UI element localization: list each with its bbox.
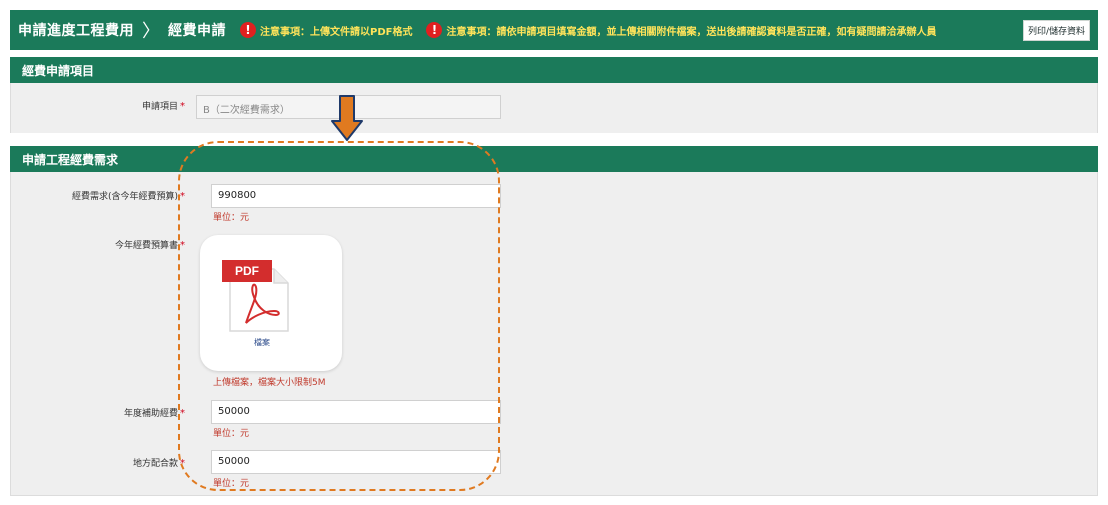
notice-2: ! 注意事項：請依申請項目填寫金額，並上傳相關附件檔案，送出後請確認資料是否正確… bbox=[426, 22, 936, 38]
section-2-header: 申請工程經費需求 bbox=[10, 146, 1098, 172]
pdf-caption: 檔案 bbox=[254, 338, 270, 347]
field-label: 申請項目 * bbox=[142, 99, 185, 112]
pdf-badge: PDF bbox=[222, 260, 272, 282]
section-1-body: 申請項目 * B（二次經費需求） bbox=[10, 83, 1098, 133]
required-marker: * bbox=[180, 408, 185, 419]
budget-requirement-input[interactable]: 990800 bbox=[211, 184, 501, 208]
notice-1-text: 注意事項：上傳文件請以PDF格式 bbox=[260, 26, 413, 38]
print-save-button[interactable]: 列印/儲存資料 bbox=[1022, 19, 1090, 41]
unit-hint: 單位：元 bbox=[213, 479, 250, 489]
top-bar: 申請進度工程費用 〉 經費申請 ! 注意事項：上傳文件請以PDF格式 ! 注意事… bbox=[10, 10, 1098, 50]
breadcrumb-separator: 〉 bbox=[142, 21, 160, 42]
annotation-arrow-icon bbox=[331, 95, 363, 141]
breadcrumb-item-2: 經費申請 bbox=[168, 23, 226, 39]
notice-1: ! 注意事項：上傳文件請以PDF格式 bbox=[240, 22, 412, 38]
required-marker: * bbox=[180, 458, 185, 469]
annual-subsidy-label: 年度補助經費 bbox=[123, 409, 178, 419]
field-label: 今年經費預算書 * bbox=[115, 238, 185, 251]
alert-icon: ! bbox=[426, 22, 443, 38]
local-matching-label: 地方配合款 bbox=[132, 459, 178, 469]
budget-requirement-label: 經費需求(含今年經費預算) bbox=[71, 192, 178, 202]
alert-icon: ! bbox=[240, 22, 256, 38]
budget-document-label: 今年經費預算書 bbox=[114, 241, 178, 251]
unit-hint: 單位：元 bbox=[213, 213, 250, 223]
required-marker: * bbox=[180, 191, 185, 202]
required-marker: * bbox=[180, 240, 185, 251]
breadcrumb-item-1[interactable]: 申請進度工程費用 bbox=[18, 20, 134, 40]
section-1-header: 經費申請項目 bbox=[10, 57, 1098, 83]
annual-subsidy-input[interactable]: 50000 bbox=[211, 400, 501, 424]
field-label: 經費需求(含今年經費預算) * bbox=[72, 189, 185, 202]
section-2-body: 經費需求(含今年經費預算) * 990800 單位：元 今年經費預算書 * 上傳檔案… bbox=[10, 172, 1098, 496]
field-label: 年度補助經費 * bbox=[124, 406, 185, 419]
local-matching-input[interactable]: 50000 bbox=[211, 450, 501, 474]
upload-hint: 上傳檔案，檔案大小限制5M bbox=[213, 378, 326, 388]
section-2-title: 申請工程經費需求 bbox=[22, 152, 119, 167]
section-1-title: 經費申請項目 bbox=[22, 63, 95, 78]
application-item-label: 申請項目 bbox=[141, 102, 178, 112]
required-marker: * bbox=[180, 101, 185, 112]
pdf-file-thumbnail[interactable]: PDF 檔案 bbox=[200, 235, 342, 371]
field-label: 地方配合款 * bbox=[133, 456, 185, 469]
unit-hint: 單位：元 bbox=[213, 429, 250, 439]
notice-2-text: 注意事項：請依申請項目填寫金額，並上傳相關附件檔案，送出後請確認資料是否正確，如… bbox=[446, 26, 937, 38]
